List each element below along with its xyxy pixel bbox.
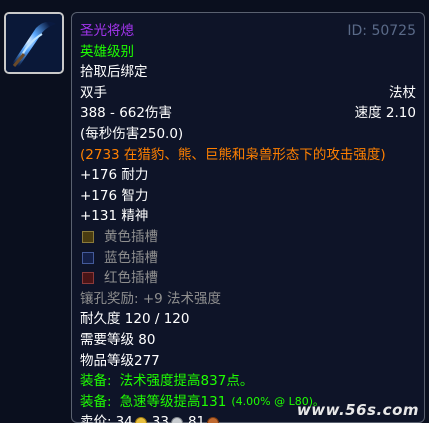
socket-yellow: 黄色插槽: [80, 227, 416, 248]
weapon-type: 法杖: [389, 84, 416, 101]
sell-gold: 34: [115, 414, 133, 423]
item-level: 物品等级277: [80, 352, 160, 369]
feral-attack-power: (2733 在猎豹、熊、巨熊和枭兽形态下的攻击强度): [80, 146, 386, 163]
equip-text: 急速等级提高131: [119, 393, 227, 410]
equip-label: 装备:: [80, 393, 112, 410]
bind-type: 拾取后绑定: [80, 64, 148, 81]
equip-spell-power: 装备: 法术强度提高837点。: [80, 371, 416, 392]
required-level: 需要等级 80: [80, 331, 156, 348]
yellow-socket-icon: [82, 231, 94, 244]
tooltip-header: 圣光将熄 ID: 50725: [80, 21, 416, 42]
socket-label: 黄色插槽: [104, 228, 158, 245]
weapon-dps: (每秒伤害250.0): [80, 125, 184, 142]
socket-label: 蓝色插槽: [104, 249, 158, 266]
sell-label: 卖价:: [80, 414, 112, 423]
sell-copper: 81: [187, 414, 206, 423]
sell-silver: 33: [151, 414, 169, 423]
red-socket-icon: [82, 272, 94, 285]
socket-bonus: 镶孔奖励: +9 法术强度: [80, 290, 222, 307]
copper-coin-icon: [207, 416, 220, 423]
silver-coin-icon: [170, 416, 183, 423]
item-slot: 双手: [80, 84, 107, 101]
item-quality: 英雄级别: [80, 43, 134, 60]
blue-socket-icon: [82, 251, 94, 264]
weapon-speed: 速度 2.10: [354, 105, 416, 122]
slot-row: 双手 法杖: [80, 83, 416, 104]
equip-text: 法术强度提高837点。: [119, 373, 254, 390]
item-name[interactable]: 圣光将熄: [80, 21, 134, 42]
durability: 耐久度 120 / 120: [80, 311, 190, 328]
stat-stamina: +176 耐力: [80, 167, 149, 184]
staff-icon: [6, 14, 62, 72]
socket-red: 红色插槽: [80, 268, 416, 289]
stat-intellect: +176 智力: [80, 187, 149, 204]
item-tooltip: 圣光将熄 ID: 50725 英雄级别 拾取后绑定 双手 法杖 388 - 66…: [71, 12, 425, 423]
gold-coin-icon: [134, 416, 147, 423]
item-icon-frame[interactable]: [4, 12, 64, 74]
socket-label: 红色插槽: [104, 270, 158, 287]
weapon-damage: 388 - 662伤害: [80, 105, 172, 122]
damage-row: 388 - 662伤害 速度 2.10: [80, 103, 416, 124]
equip-label: 装备:: [80, 373, 112, 390]
site-watermark: www.56s.com: [296, 401, 419, 419]
socket-blue: 蓝色插槽: [80, 248, 416, 269]
stat-spirit: +131 精神: [80, 208, 149, 225]
item-id: ID: 50725: [347, 23, 416, 39]
